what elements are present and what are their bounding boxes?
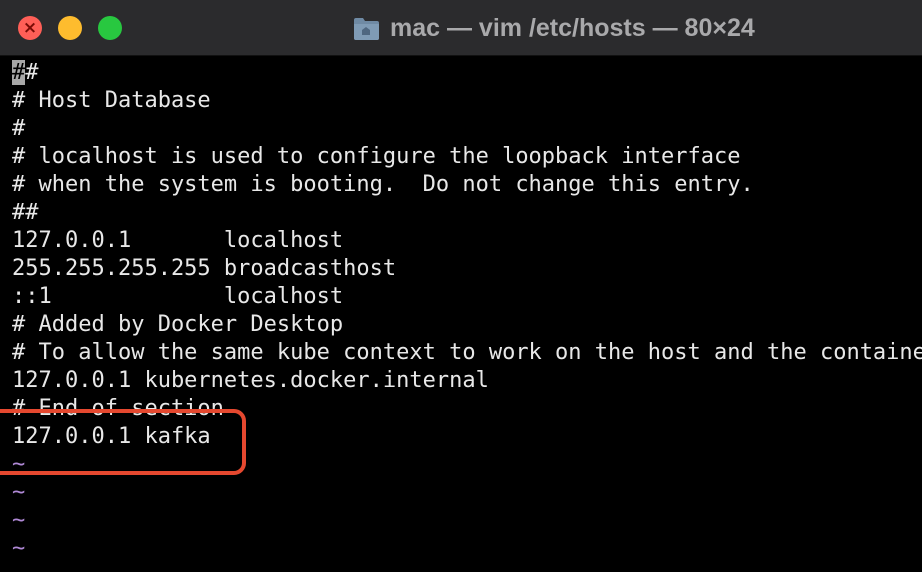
file-line-text: # <box>25 60 39 85</box>
annotation-highlight-box <box>0 409 246 475</box>
window-title: mac — vim /etc/hosts — 80×24 <box>390 13 755 42</box>
file-line: 127.0.0.1 kubernetes.docker.internal <box>12 368 489 393</box>
file-line: # when the system is booting. Do not cha… <box>12 172 754 197</box>
close-icon: × <box>22 18 38 38</box>
file-line: # <box>12 116 26 141</box>
close-button[interactable]: × <box>18 16 42 40</box>
terminal-window: × mac — vim /etc/hosts — 80×24 ## # Host… <box>0 0 922 572</box>
empty-line-marker: ~ <box>12 536 26 561</box>
window-title-group: mac — vim /etc/hosts — 80×24 <box>352 10 755 46</box>
zoom-button[interactable] <box>98 16 122 40</box>
file-line: # localhost is used to configure the loo… <box>12 144 741 169</box>
file-line: # Host Database <box>12 88 211 113</box>
minimize-button[interactable] <box>58 16 82 40</box>
folder-icon <box>354 18 379 40</box>
file-line: # Added by Docker Desktop <box>12 312 344 337</box>
file-line: ## <box>12 59 39 87</box>
text-cursor: # <box>12 60 26 85</box>
title-bar[interactable]: × mac — vim /etc/hosts — 80×24 <box>0 0 922 56</box>
file-line: ::1 localhost <box>12 284 344 309</box>
file-line: # To allow the same kube context to work… <box>12 340 922 365</box>
file-line: ## <box>12 200 39 225</box>
empty-line-marker: ~ <box>12 480 26 505</box>
file-line: 255.255.255.255 broadcasthost <box>12 256 397 281</box>
empty-line-marker: ~ <box>12 508 26 533</box>
vim-editor-area[interactable]: ## # Host Database # # localhost is used… <box>0 57 922 572</box>
file-line: 127.0.0.1 localhost <box>12 228 344 253</box>
